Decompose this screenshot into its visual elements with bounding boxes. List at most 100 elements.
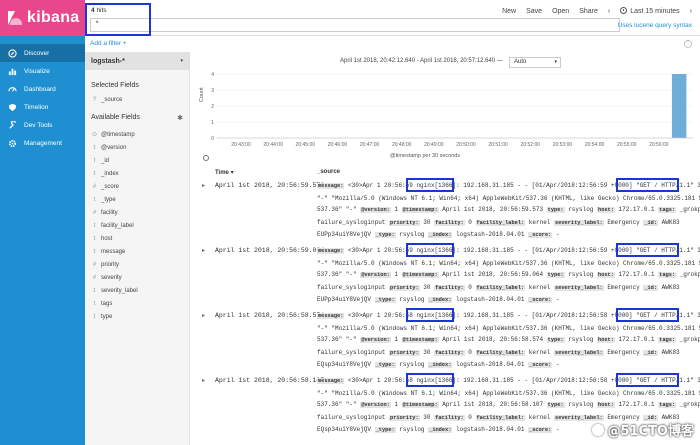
field-value: failure_sysloginput xyxy=(317,413,386,421)
field-key: priority: xyxy=(389,219,420,226)
field-key: type: xyxy=(546,337,565,343)
bar-chart-icon xyxy=(8,67,17,76)
nav-label: Discover xyxy=(24,49,50,57)
field-item[interactable]: t severity_label xyxy=(85,284,189,297)
field-item[interactable]: # priority xyxy=(85,258,189,271)
field-item[interactable]: # facility xyxy=(85,206,189,219)
field-key: _index: xyxy=(428,362,453,368)
field-item[interactable]: t _index xyxy=(85,167,189,180)
brand[interactable]: kibana xyxy=(0,0,85,36)
field-value: 1 xyxy=(394,271,399,278)
field-value: 1 xyxy=(394,401,399,408)
nav-visualize[interactable]: Visualize xyxy=(0,62,85,80)
field-item[interactable]: t facility_label xyxy=(85,219,189,232)
open-button[interactable]: Open xyxy=(552,8,569,15)
field-item[interactable]: t @version xyxy=(85,141,189,154)
field-item[interactable]: t type xyxy=(85,310,189,323)
expand-arrow-icon[interactable]: ▸ xyxy=(202,377,205,384)
chevron-left-icon[interactable]: ‹ xyxy=(608,8,610,15)
histogram-bar[interactable] xyxy=(671,74,687,138)
field-type-icon: # xyxy=(92,261,97,268)
share-button[interactable]: Share xyxy=(579,8,598,15)
field-value: 537.36" "-" xyxy=(317,206,357,213)
field-value: 30 xyxy=(423,348,431,356)
search-input[interactable]: * xyxy=(90,18,620,32)
field-key: host: xyxy=(597,402,615,408)
field-value: 172.17.0.1 xyxy=(618,336,655,343)
x-tick-label: 20:49:00 xyxy=(424,142,444,148)
nav-timelion[interactable]: Timelion xyxy=(0,98,85,116)
chevron-right-icon[interactable]: › xyxy=(690,8,692,15)
available-fields-list: ⊙ @timestamp t @version t _id t _index # _score t _… xyxy=(85,128,189,323)
collapse-chart-icon[interactable] xyxy=(203,155,209,161)
time-range-text: April 1st 2018, 20:42:12.640 - April 1st… xyxy=(340,58,503,64)
field-name: facility_label xyxy=(101,222,134,229)
field-item[interactable]: t message xyxy=(85,245,189,258)
field-key: message: xyxy=(317,378,345,384)
interval-select[interactable]: Auto ▾ xyxy=(509,57,561,68)
field-item[interactable]: ? _source xyxy=(85,93,189,106)
nginx-highlight-box xyxy=(406,308,454,322)
lucene-syntax-link[interactable]: Uses lucene query syntax xyxy=(618,22,692,29)
nav-management[interactable]: Management xyxy=(0,134,85,152)
field-item[interactable]: # _score xyxy=(85,180,189,193)
time-column-header[interactable]: Time ▾ xyxy=(215,169,234,176)
field-value: "-" "Mozilla/5.0 (Windows NT 6.1; Win64;… xyxy=(317,324,700,332)
field-item[interactable]: t host xyxy=(85,232,189,245)
field-item[interactable]: t _type xyxy=(85,193,189,206)
field-key: facility: xyxy=(434,284,465,291)
field-key: tags: xyxy=(658,402,677,408)
field-value: rsyslog xyxy=(399,361,425,368)
field-name: _id xyxy=(101,157,110,164)
sidebar: kibana Discover Visualize Dashboard Time… xyxy=(0,0,85,445)
time-picker[interactable]: Last 15 minutes xyxy=(620,7,680,15)
field-key: tags: xyxy=(658,207,677,213)
field-name: facility xyxy=(101,209,118,216)
field-value: 1 xyxy=(394,336,399,343)
field-key: type: xyxy=(546,207,565,213)
field-value: rsyslog xyxy=(568,206,594,213)
field-type-icon: t xyxy=(93,157,96,164)
field-value: - xyxy=(555,296,560,303)
nginx-highlight-box xyxy=(406,243,454,257)
nav-label: Management xyxy=(24,139,62,147)
field-key: @version: xyxy=(360,337,391,343)
new-button[interactable]: New xyxy=(502,8,516,15)
field-value: logstash-2018.04.01 xyxy=(456,361,525,368)
settings-gear-icon[interactable]: ✱ xyxy=(177,114,183,122)
field-name: priority xyxy=(101,261,120,268)
field-type-icon: t xyxy=(93,300,96,307)
field-key: @timestamp: xyxy=(401,207,439,213)
expand-arrow-icon[interactable]: ▸ xyxy=(202,312,205,319)
add-filter-link[interactable]: Add a filter + xyxy=(90,40,127,47)
expand-arrow-icon[interactable]: ▸ xyxy=(202,247,205,254)
field-key: _index: xyxy=(428,427,453,433)
nav-dashboard[interactable]: Dashboard xyxy=(0,80,85,98)
field-value: EQsp34uiY8VejQV xyxy=(317,426,372,433)
field-value: rsyslog xyxy=(399,231,425,238)
gear-icon xyxy=(8,139,17,148)
expand-arrow-icon[interactable]: ▸ xyxy=(202,182,205,189)
x-tick-label: 20:46:00 xyxy=(328,142,348,148)
histogram-caption: @timestamp per 30 seconds xyxy=(390,153,461,159)
field-item[interactable]: ⊙ @timestamp xyxy=(85,128,189,141)
field-item[interactable]: # severity xyxy=(85,271,189,284)
field-key: _score: xyxy=(528,297,553,303)
field-value: EUPp34uiY8VejQV xyxy=(317,296,372,303)
field-value: AWK83 xyxy=(661,283,680,291)
field-value: 172.17.0.1 xyxy=(618,206,655,213)
field-value: 0 xyxy=(468,348,472,356)
field-item[interactable]: t tags xyxy=(85,297,189,310)
save-button[interactable]: Save xyxy=(526,8,542,15)
field-type-icon: t xyxy=(93,287,96,294)
field-name: message xyxy=(101,248,126,255)
field-item[interactable]: t _id xyxy=(85,154,189,167)
options-gear-icon[interactable] xyxy=(684,40,692,48)
field-key: facility_label: xyxy=(475,219,526,226)
histogram-chart[interactable]: 4 3 2 1 0 20:43:00 20:44:00 20:45:00 20:46:00 20:… xyxy=(205,70,697,150)
nav-discover[interactable]: Discover xyxy=(0,44,85,62)
nav-dev-tools[interactable]: Dev Tools xyxy=(0,116,85,134)
field-value: rsyslog xyxy=(568,401,594,408)
index-pattern-selector[interactable]: logstash-* ▾ xyxy=(85,52,189,70)
field-key: _score: xyxy=(528,232,553,238)
